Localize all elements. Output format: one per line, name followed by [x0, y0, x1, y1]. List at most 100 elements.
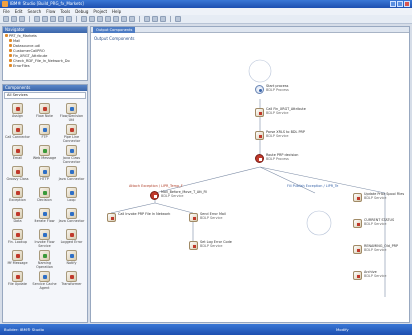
menu-debug[interactable]: Debug [75, 8, 88, 15]
component-icon [39, 166, 50, 177]
menu-search[interactable]: Search [27, 8, 41, 15]
menu-help[interactable]: Help [112, 8, 121, 15]
component-icon [39, 103, 50, 114]
component-item[interactable]: Flow Note [31, 102, 58, 123]
component-item[interactable]: Java Connector [58, 165, 85, 186]
component-label: FTP [41, 135, 48, 139]
component-item[interactable]: Assign [4, 102, 31, 123]
component-icon [66, 229, 77, 240]
component-item[interactable]: Logged Error [58, 228, 85, 249]
menu-project[interactable]: Project [93, 8, 107, 15]
component-item[interactable]: Data [4, 207, 31, 228]
component-item[interactable]: Pipe Line Connector [58, 123, 85, 144]
mail-icon [189, 213, 198, 222]
component-label: Fin. Lookup [7, 240, 28, 244]
component-item[interactable]: Iterate Flow [31, 207, 58, 228]
component-icon [12, 208, 23, 219]
component-label: Web Message [32, 156, 57, 160]
cut-icon[interactable] [34, 16, 40, 22]
components-filter-select[interactable]: All Services [4, 92, 86, 99]
align-left-icon[interactable] [105, 16, 111, 22]
component-item[interactable]: Java Class Connector [58, 144, 85, 165]
service-icon [107, 213, 116, 222]
save-icon[interactable] [19, 16, 25, 22]
component-label: Groovy Class [6, 177, 29, 181]
component-item[interactable]: Service Cache Agent [31, 270, 58, 291]
navigator-tree: PRT_fx_Markets Mail Datasource.udl Custo… [3, 33, 87, 70]
archive-icon [353, 271, 362, 280]
minimize-button[interactable] [390, 1, 396, 7]
component-item[interactable]: Exception [4, 186, 31, 207]
service-icon [255, 108, 264, 117]
file-icon [9, 39, 12, 42]
copy-icon[interactable] [42, 16, 48, 22]
component-item[interactable]: File Update [4, 270, 31, 291]
menu-flow[interactable]: Flow [46, 8, 55, 15]
tree-item[interactable]: ErrorFiles [5, 64, 85, 69]
paste-icon[interactable] [50, 16, 56, 22]
flow-connectors [110, 59, 386, 297]
component-item[interactable]: Java Connector [58, 207, 85, 228]
components-grid: Assign Flow Note Flow/Decision Util Call Co… [3, 100, 87, 293]
file-icon [9, 49, 12, 52]
menu-edit[interactable]: Edit [15, 8, 23, 15]
component-item[interactable]: Naming Operation [31, 249, 58, 270]
component-item[interactable]: Groovy Class [4, 165, 31, 186]
component-item[interactable]: Transformer [58, 270, 85, 291]
component-item[interactable]: Invoke Flow Service [31, 228, 58, 249]
maximize-button[interactable] [397, 1, 403, 7]
flow-canvas[interactable]: Output Components Output Components Star… [90, 26, 410, 323]
component-label: Iterate Flow [34, 219, 55, 223]
grid-icon[interactable] [129, 16, 135, 22]
component-label: File Update [7, 282, 28, 286]
file-icon [9, 64, 12, 67]
component-icon [39, 229, 50, 240]
exception-icon [150, 191, 159, 200]
component-item[interactable]: Call Connector [4, 123, 31, 144]
fit-icon[interactable] [97, 16, 103, 22]
file-icon [9, 44, 12, 47]
open-icon[interactable] [11, 16, 17, 22]
component-label: Assign [11, 114, 24, 118]
align-right-icon[interactable] [121, 16, 127, 22]
branch-label-left: Attach Exception / LIPR_Temp_F [129, 184, 183, 188]
help-icon[interactable] [175, 16, 181, 22]
component-item[interactable]: FTP [31, 123, 58, 144]
component-icon [39, 250, 50, 261]
component-icon [12, 250, 23, 261]
component-item[interactable]: HTTP [31, 165, 58, 186]
menu-file[interactable]: File [3, 8, 10, 15]
component-label: Decision [37, 198, 52, 202]
stop-icon[interactable] [160, 16, 166, 22]
component-icon [12, 229, 23, 240]
new-icon[interactable] [3, 16, 9, 22]
component-label: Data [13, 219, 22, 223]
component-label: Naming Operation [36, 261, 53, 269]
component-item[interactable]: Decision [31, 186, 58, 207]
zoom-out-icon[interactable] [89, 16, 95, 22]
align-center-icon[interactable] [113, 16, 119, 22]
undo-icon[interactable] [58, 16, 64, 22]
close-button[interactable] [404, 1, 410, 7]
component-item[interactable]: Mf Message [4, 249, 31, 270]
debug-icon[interactable] [152, 16, 158, 22]
decision-icon [255, 154, 264, 163]
run-icon[interactable] [144, 16, 150, 22]
component-item[interactable]: Email [4, 144, 31, 165]
component-item[interactable]: Flow/Decision Util [58, 102, 85, 123]
zoom-in-icon[interactable] [81, 16, 87, 22]
redo-icon[interactable] [66, 16, 72, 22]
component-item[interactable]: Loop [58, 186, 85, 207]
status-mode: Modify [336, 327, 349, 332]
component-icon [12, 145, 23, 156]
toolbar-divider [29, 16, 30, 22]
toolbar-divider [139, 16, 140, 22]
service-icon [255, 131, 264, 140]
component-item[interactable]: Fin. Lookup [4, 228, 31, 249]
menu-tools[interactable]: Tools [60, 8, 70, 15]
component-item[interactable]: Notify [58, 249, 85, 270]
component-item[interactable]: Web Message [31, 144, 58, 165]
status-text: Builder: IBM® Studio [4, 327, 44, 332]
navigator-panel: Navigator PRT_fx_Markets Mail Datasource… [2, 26, 88, 81]
component-icon [12, 271, 23, 282]
